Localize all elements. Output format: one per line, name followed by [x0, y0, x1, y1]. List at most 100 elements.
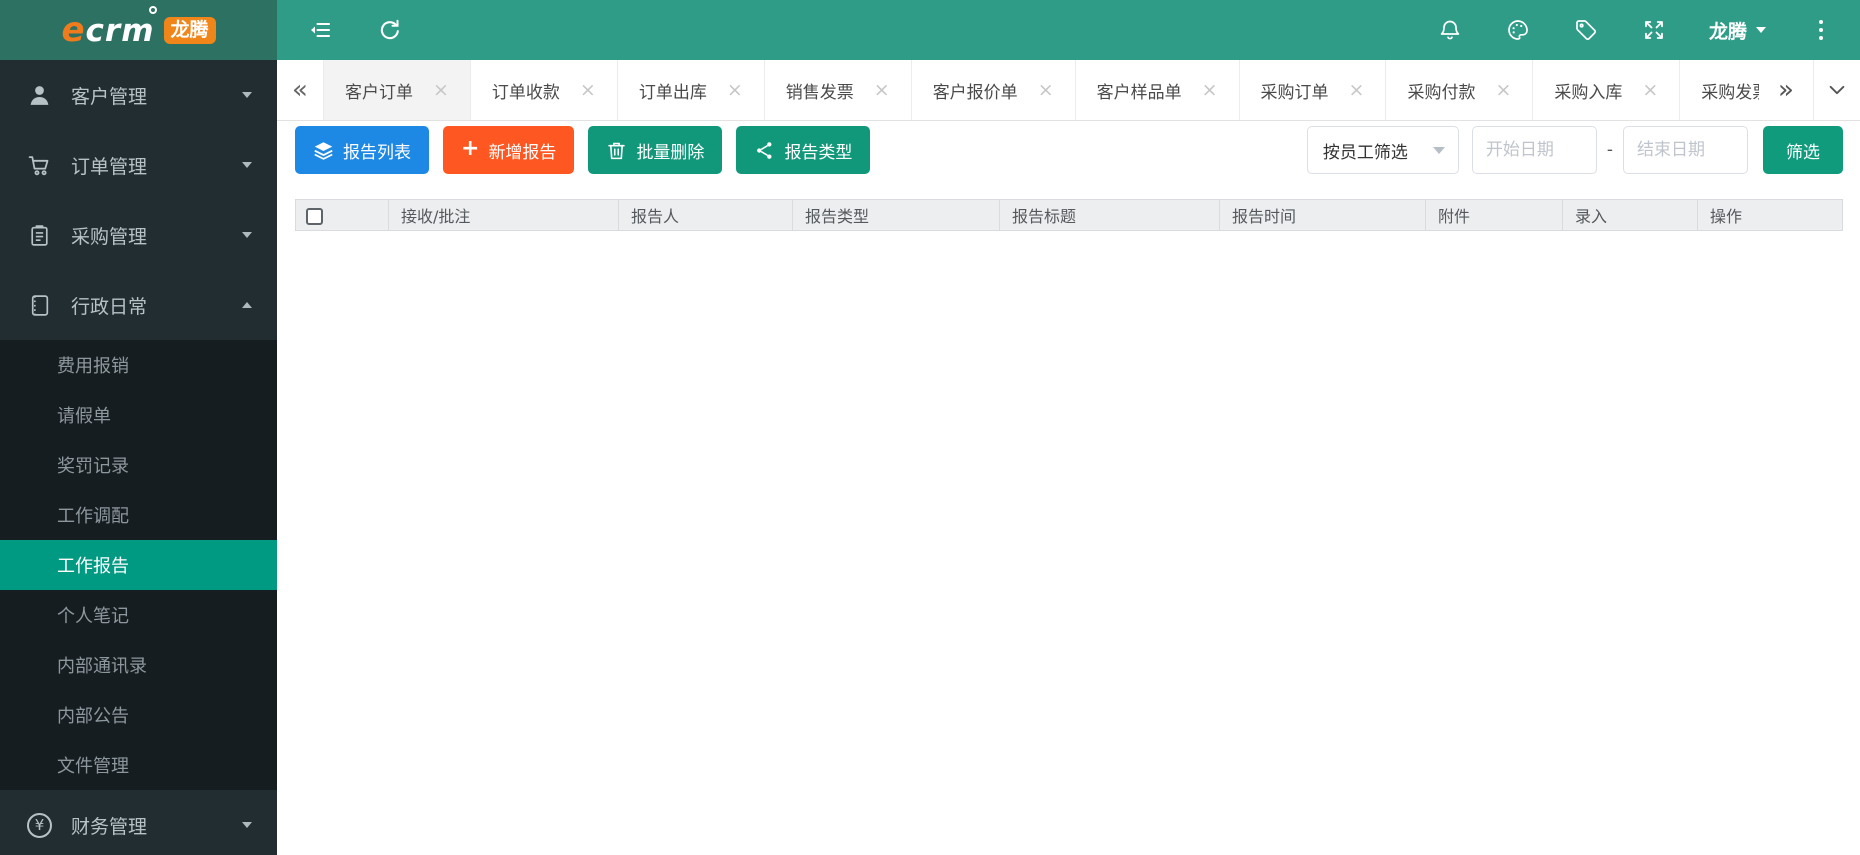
tab-customer-order[interactable]: 客户订单 × — [323, 60, 471, 120]
start-date-input[interactable] — [1472, 126, 1597, 174]
employee-filter-select[interactable]: 按员工筛选 — [1307, 126, 1459, 174]
sidebar-item-purchase-management[interactable]: 采购管理 — [0, 200, 277, 270]
close-icon[interactable]: × — [1038, 81, 1054, 100]
tab-customer-quotation[interactable]: 客户报价单× — [912, 60, 1076, 120]
open-tabs-bar: « 客户订单 × 订单收款 × 订单出库 × 销售发票 × 客户报价单× 客户样品单× … — [277, 60, 1860, 121]
submenu-item-label: 费用报销 — [57, 352, 129, 378]
tab-order-receipt[interactable]: 订单收款 × — [471, 60, 618, 120]
report-type-button[interactable]: 报告类型 — [736, 126, 870, 174]
filter-controls: 按员工筛选 - 筛选 — [1307, 126, 1843, 174]
user-name: 龙腾 — [1709, 17, 1747, 44]
button-label: 报告类型 — [784, 138, 852, 163]
brand-badge: 龙腾 — [164, 17, 216, 44]
fullscreen-icon[interactable] — [1641, 17, 1667, 43]
sidebar-item-order-management[interactable]: 订单管理 — [0, 130, 277, 200]
sidebar-item-finance-management[interactable]: ¥ 财务管理 — [0, 790, 277, 855]
filter-button[interactable]: 筛选 — [1763, 126, 1843, 174]
tab-purchase-invoice[interactable]: 采购发票× — [1680, 60, 1759, 120]
brand-logo-ring — [149, 6, 157, 14]
close-icon[interactable]: × — [433, 81, 449, 100]
submenu-item-label: 内部通讯录 — [57, 652, 147, 678]
add-report-button[interactable]: + 新增报告 — [443, 126, 574, 174]
sidebar-navigation: 客户管理 订单管理 采购管理 — [0, 60, 277, 855]
close-icon[interactable]: × — [1495, 81, 1511, 100]
close-icon[interactable]: × — [874, 81, 890, 100]
submenu-item-expense-reimbursement[interactable]: 费用报销 — [0, 340, 277, 390]
report-list-button[interactable]: 报告列表 — [295, 126, 429, 174]
main-panel: « 客户订单 × 订单收款 × 订单出库 × 销售发票 × 客户报价单× 客户样品单× … — [277, 60, 1860, 855]
tab-order-outbound[interactable]: 订单出库 × — [618, 60, 765, 120]
tabs-scroll-right-icon[interactable]: » — [1759, 60, 1813, 120]
theme-palette-icon[interactable] — [1505, 17, 1531, 43]
table-header-row: 接收/批注 报告人 报告类型 报告标题 报告时间 附件 录入 操作 — [296, 200, 1843, 231]
close-icon[interactable]: × — [1202, 81, 1218, 100]
submenu-item-work-allocation[interactable]: 工作调配 — [0, 490, 277, 540]
layers-icon — [313, 140, 334, 161]
sidebar-item-label: 采购管理 — [71, 222, 147, 249]
tab-purchase-inbound[interactable]: 采购入库× — [1533, 60, 1680, 120]
column-header: 报告标题 — [1000, 200, 1220, 231]
button-label: 批量删除 — [636, 138, 704, 163]
submenu-item-label: 请假单 — [57, 402, 111, 428]
end-date-input[interactable] — [1623, 126, 1748, 174]
tab-label: 采购订单 — [1261, 78, 1329, 103]
sidebar-item-label: 客户管理 — [71, 82, 147, 109]
date-range-separator: - — [1607, 140, 1613, 160]
close-icon[interactable]: × — [1349, 81, 1365, 100]
sidebar-item-customer-management[interactable]: 客户管理 — [0, 60, 277, 130]
report-toolbar: 报告列表 + 新增报告 批量删除 — [295, 126, 1843, 174]
notifications-bell-icon[interactable] — [1437, 17, 1463, 43]
admin-daily-submenu: 费用报销 请假单 奖罚记录 工作调配 工作报告 个人笔记 内部通讯录 内部公告 … — [0, 340, 277, 790]
chevron-down-icon — [1433, 147, 1445, 160]
header-left-icons — [307, 17, 403, 43]
sidebar-collapse-icon[interactable] — [307, 17, 333, 43]
tab-customer-sample[interactable]: 客户样品单× — [1076, 60, 1240, 120]
header-right-icons: 龙腾 — [1437, 17, 1834, 44]
submenu-item-internal-announcement[interactable]: 内部公告 — [0, 690, 277, 740]
tab-label: 客户订单 — [345, 78, 413, 103]
submenu-item-reward-punishment[interactable]: 奖罚记录 — [0, 440, 277, 490]
close-icon[interactable]: × — [580, 81, 596, 100]
more-options-icon[interactable] — [1808, 17, 1834, 43]
sidebar-item-admin-daily[interactable]: 行政日常 — [0, 270, 277, 340]
tabs-dropdown-chevron-icon[interactable] — [1813, 60, 1860, 120]
close-icon[interactable]: × — [727, 81, 743, 100]
submenu-item-work-report-active[interactable]: 工作报告 — [0, 540, 277, 590]
select-all-checkbox[interactable] — [306, 208, 323, 225]
column-header: 接收/批注 — [389, 200, 619, 231]
tag-icon[interactable] — [1573, 17, 1599, 43]
submenu-item-file-management[interactable]: 文件管理 — [0, 740, 277, 790]
tab-label: 销售发票 — [786, 78, 854, 103]
work-report-content: 报告列表 + 新增报告 批量删除 — [277, 121, 1860, 855]
submenu-item-label: 文件管理 — [57, 752, 129, 778]
column-header: 录入 — [1563, 200, 1698, 231]
submenu-item-personal-notes[interactable]: 个人笔记 — [0, 590, 277, 640]
tab-purchase-order[interactable]: 采购订单 × — [1240, 60, 1387, 120]
refresh-icon[interactable] — [377, 17, 403, 43]
tab-label: 订单出库 — [639, 78, 707, 103]
close-icon[interactable]: × — [1642, 81, 1658, 100]
button-label: 报告列表 — [343, 138, 411, 163]
submenu-item-internal-directory[interactable]: 内部通讯录 — [0, 640, 277, 690]
submenu-item-label: 工作报告 — [57, 552, 129, 578]
tab-label: 采购发票 — [1701, 78, 1759, 103]
chevron-down-icon — [242, 92, 252, 103]
brand-logo-e: e — [61, 10, 85, 50]
tabs-list: 客户订单 × 订单收款 × 订单出库 × 销售发票 × 客户报价单× 客户样品单× 采购… — [323, 60, 1759, 120]
column-header: 报告人 — [619, 200, 793, 231]
tab-sales-invoice[interactable]: 销售发票 × — [765, 60, 912, 120]
user-menu[interactable]: 龙腾 — [1709, 17, 1766, 44]
chevron-down-icon — [242, 162, 252, 173]
user-icon — [27, 83, 57, 108]
tab-purchase-payment[interactable]: 采购付款× — [1386, 60, 1533, 120]
column-header: 操作 — [1698, 200, 1843, 231]
tabs-scroll-left-icon[interactable]: « — [277, 60, 323, 120]
plus-icon: + — [461, 138, 479, 160]
submenu-item-leave-request[interactable]: 请假单 — [0, 390, 277, 440]
chevron-down-icon — [242, 232, 252, 243]
tab-label: 订单收款 — [492, 78, 560, 103]
yen-icon: ¥ — [27, 813, 57, 838]
trash-icon — [606, 140, 627, 161]
chevron-up-icon — [242, 297, 252, 308]
batch-delete-button[interactable]: 批量删除 — [588, 126, 722, 174]
